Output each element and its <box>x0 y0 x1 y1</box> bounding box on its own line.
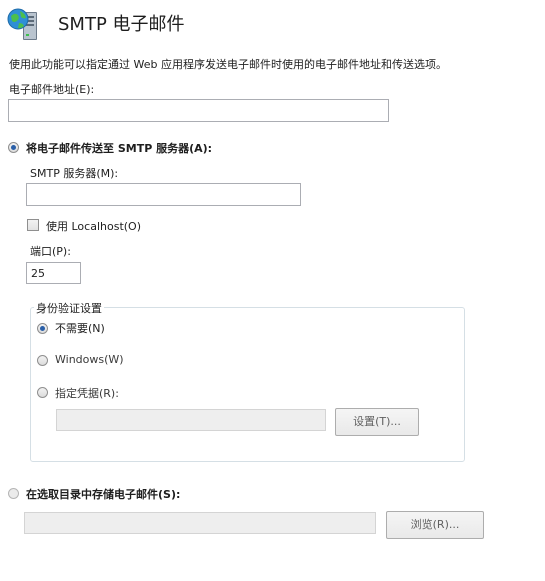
credentials-field[interactable] <box>56 409 326 431</box>
auth-credentials-label: 指定凭据(R): <box>55 387 119 400</box>
pickup-directory-field[interactable] <box>24 512 376 534</box>
smtp-delivery-label: 将电子邮件传送至 SMTP 服务器(A): <box>26 142 213 155</box>
smtp-delivery-radio[interactable] <box>8 142 19 153</box>
pickup-directory-radio[interactable] <box>8 488 19 499</box>
auth-none-radio[interactable] <box>37 323 48 334</box>
email-address-field[interactable] <box>8 99 389 122</box>
auth-windows-label: Windows(W) <box>55 353 124 366</box>
page-description: 使用此功能可以指定通过 Web 应用程序发送电子邮件时使用的电子邮件地址和传送选… <box>9 58 447 71</box>
auth-none-label: 不需要(N) <box>55 322 105 335</box>
auth-windows-radio[interactable] <box>37 355 48 366</box>
smtp-server-label: SMTP 服务器(M): <box>30 167 119 180</box>
pickup-directory-label: 在选取目录中存储电子邮件(S): <box>26 488 181 501</box>
use-localhost-checkbox[interactable] <box>27 219 39 231</box>
auth-credentials-radio[interactable] <box>37 387 48 398</box>
port-field[interactable] <box>26 262 81 284</box>
settings-button[interactable]: 设置(T)... <box>335 408 419 436</box>
browse-button[interactable]: 浏览(R)... <box>386 511 484 539</box>
globe-server-icon <box>6 6 42 42</box>
smtp-server-field[interactable] <box>26 183 301 206</box>
use-localhost-label: 使用 Localhost(O) <box>46 220 141 233</box>
email-address-label: 电子邮件地址(E): <box>9 83 95 96</box>
port-label: 端口(P): <box>30 245 71 258</box>
auth-settings-legend: 身份验证设置 <box>34 300 104 316</box>
page-title: SMTP 电子邮件 <box>58 14 185 35</box>
